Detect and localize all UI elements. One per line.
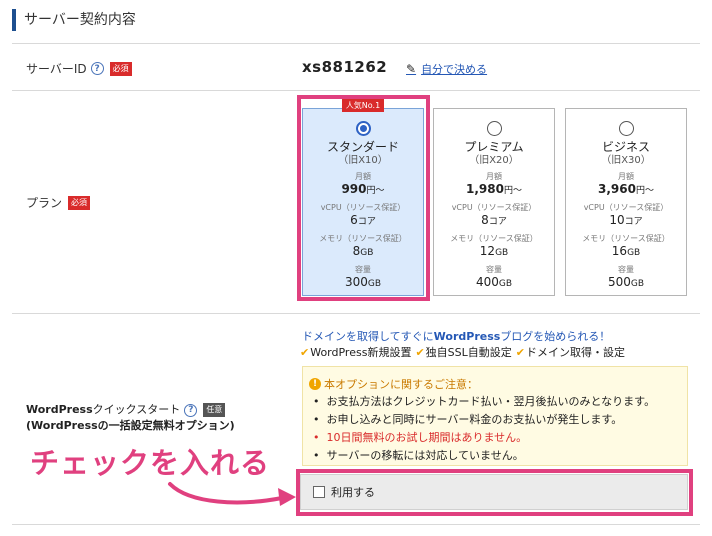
memory-value: 16GB xyxy=(566,244,686,260)
plan-label: プラン xyxy=(26,196,63,210)
help-icon[interactable]: ? xyxy=(90,62,104,75)
divider xyxy=(12,90,700,91)
feature-item: ✔独自SSL自動設定 xyxy=(415,344,511,360)
notice-title: ! 本オプションに関するご注意： xyxy=(309,376,478,392)
server-id-value: xs881262 xyxy=(302,58,388,76)
callout-arrow-icon xyxy=(168,482,296,506)
plan-price: 1,980円～ xyxy=(434,182,554,198)
memory-unit: GB xyxy=(627,248,641,258)
storage-value: 400GB xyxy=(434,275,554,291)
warning-icon: ! xyxy=(309,378,321,390)
highlight-frame-standard xyxy=(297,95,430,301)
wp-label-bold: WordPress xyxy=(26,403,93,416)
storage-label: 容量 xyxy=(486,265,502,274)
storage-number: 500 xyxy=(607,275,631,289)
notice-item: お申し込みと同時にサーバー料金のお支払いが発生します。 xyxy=(313,411,655,429)
price-suffix: 円～ xyxy=(635,186,654,196)
vcpu-label: vCPU（リソース保証） xyxy=(451,203,537,212)
help-icon[interactable]: ? xyxy=(184,403,198,417)
notice-item: お支払方法はクレジットカード払い・翌月後払いのみとなります。 xyxy=(313,393,656,411)
divider xyxy=(12,313,700,314)
wp-label-subtitle: (WordPressの一括設定無料オプション) xyxy=(26,419,235,432)
wp-headline-pre: ドメインを取得してすぐに xyxy=(302,330,434,343)
plan-radio-premium[interactable] xyxy=(486,121,502,136)
memory-label: メモリ（リソース保証） xyxy=(582,234,670,243)
required-badge: 必須 xyxy=(68,195,91,210)
pencil-icon: ✎ xyxy=(406,62,417,76)
feature-label: 独自SSL自動設定 xyxy=(425,346,512,359)
plan-radio-business[interactable] xyxy=(618,121,634,136)
memory-unit: GB xyxy=(495,248,509,258)
plan-card-business[interactable]: ビジネス （旧X30） 月額 3,960円～ vCPU（リソース保証） 10コア… xyxy=(565,108,687,296)
feature-item: ✔ドメイン取得・設定 xyxy=(516,344,625,360)
wp-headline-post: ブログを始められる！ xyxy=(500,330,611,343)
feature-item: ✔WordPress新規設置 xyxy=(300,344,411,360)
vcpu-number: 8 xyxy=(481,213,489,227)
vcpu-value: 10コア xyxy=(566,213,686,229)
wp-features: ✔WordPress新規設置 ✔独自SSL自動設定 ✔ドメイン取得・設定 xyxy=(300,344,625,360)
plan-name: ビジネス xyxy=(601,140,650,154)
notice-list: お支払方法はクレジットカード払い・翌月後払いのみとなります。 お申し込みと同時に… xyxy=(313,393,656,465)
vcpu-number: 10 xyxy=(609,213,625,227)
memory-label: メモリ（リソース保証） xyxy=(450,234,538,243)
price-value: 3,960 xyxy=(598,182,636,196)
check-icon: ✔ xyxy=(415,346,425,359)
vcpu-unit: コア xyxy=(624,217,643,227)
check-icon: ✔ xyxy=(515,346,525,359)
storage-unit: GB xyxy=(498,279,513,289)
callout-text: チェックを入れる xyxy=(30,446,271,480)
popular-tag: 人気No.1 xyxy=(342,99,384,112)
storage-label: 容量 xyxy=(618,265,634,274)
monthly-label: 月額 xyxy=(618,172,634,181)
monthly-label: 月額 xyxy=(486,172,502,181)
check-icon: ✔ xyxy=(300,346,310,359)
plan-label-group: プラン 必須 xyxy=(26,194,91,211)
section-title: サーバー契約内容 xyxy=(12,9,136,31)
divider xyxy=(12,524,700,525)
highlight-frame-checkbox xyxy=(296,469,693,516)
memory-number: 16 xyxy=(611,244,628,258)
price-value: 1,980 xyxy=(466,182,504,196)
vcpu-unit: コア xyxy=(488,217,507,227)
memory-number: 12 xyxy=(479,244,496,258)
plan-card-premium[interactable]: プレミアム （旧X20） 月額 1,980円～ vCPU（リソース保証） 8コア… xyxy=(433,108,555,296)
storage-number: 400 xyxy=(475,275,499,289)
notice-title-text: 本オプションに関するご注意： xyxy=(324,378,478,391)
wp-headline-bold: WordPress xyxy=(433,330,501,343)
storage-value: 500GB xyxy=(566,275,686,291)
plan-old-name: （旧X30） xyxy=(601,155,651,166)
plan-old-name: （旧X20） xyxy=(469,155,519,166)
price-suffix: 円～ xyxy=(503,186,522,196)
plan-name: プレミアム xyxy=(464,140,524,154)
divider xyxy=(12,43,700,44)
feature-label: WordPress新規設置 xyxy=(310,346,412,359)
wp-label-group: WordPress クイックスタート ? 任意 (WordPressの一括設定無… xyxy=(26,402,235,434)
plan-price: 3,960円～ xyxy=(566,182,686,198)
server-id-label: サーバーID xyxy=(26,62,87,76)
server-id-label-group: サーバーID ? 必須 xyxy=(26,60,132,77)
custom-id-link[interactable]: ✎ 自分で決める xyxy=(406,61,487,77)
required-badge: 必須 xyxy=(109,61,132,76)
feature-label: ドメイン取得・設定 xyxy=(525,346,625,359)
notice-item-warning: 10日間無料のお試し期間はありません。 xyxy=(313,429,655,447)
vcpu-label: vCPU（リソース保証） xyxy=(583,203,669,212)
custom-id-link-text[interactable]: 自分で決める xyxy=(421,61,487,77)
optional-badge: 任意 xyxy=(203,403,226,417)
vcpu-value: 8コア xyxy=(434,213,554,229)
wp-label-rest: クイックスタート xyxy=(92,403,181,416)
notice-item: サーバーの移転には対応していません。 xyxy=(313,447,655,465)
storage-unit: GB xyxy=(630,279,645,289)
memory-value: 12GB xyxy=(434,244,554,260)
notice-box: ! 本オプションに関するご注意： お支払方法はクレジットカード払い・翌月後払いの… xyxy=(302,366,688,466)
wp-headline: ドメインを取得してすぐにWordPressブログを始められる！ xyxy=(302,328,610,344)
